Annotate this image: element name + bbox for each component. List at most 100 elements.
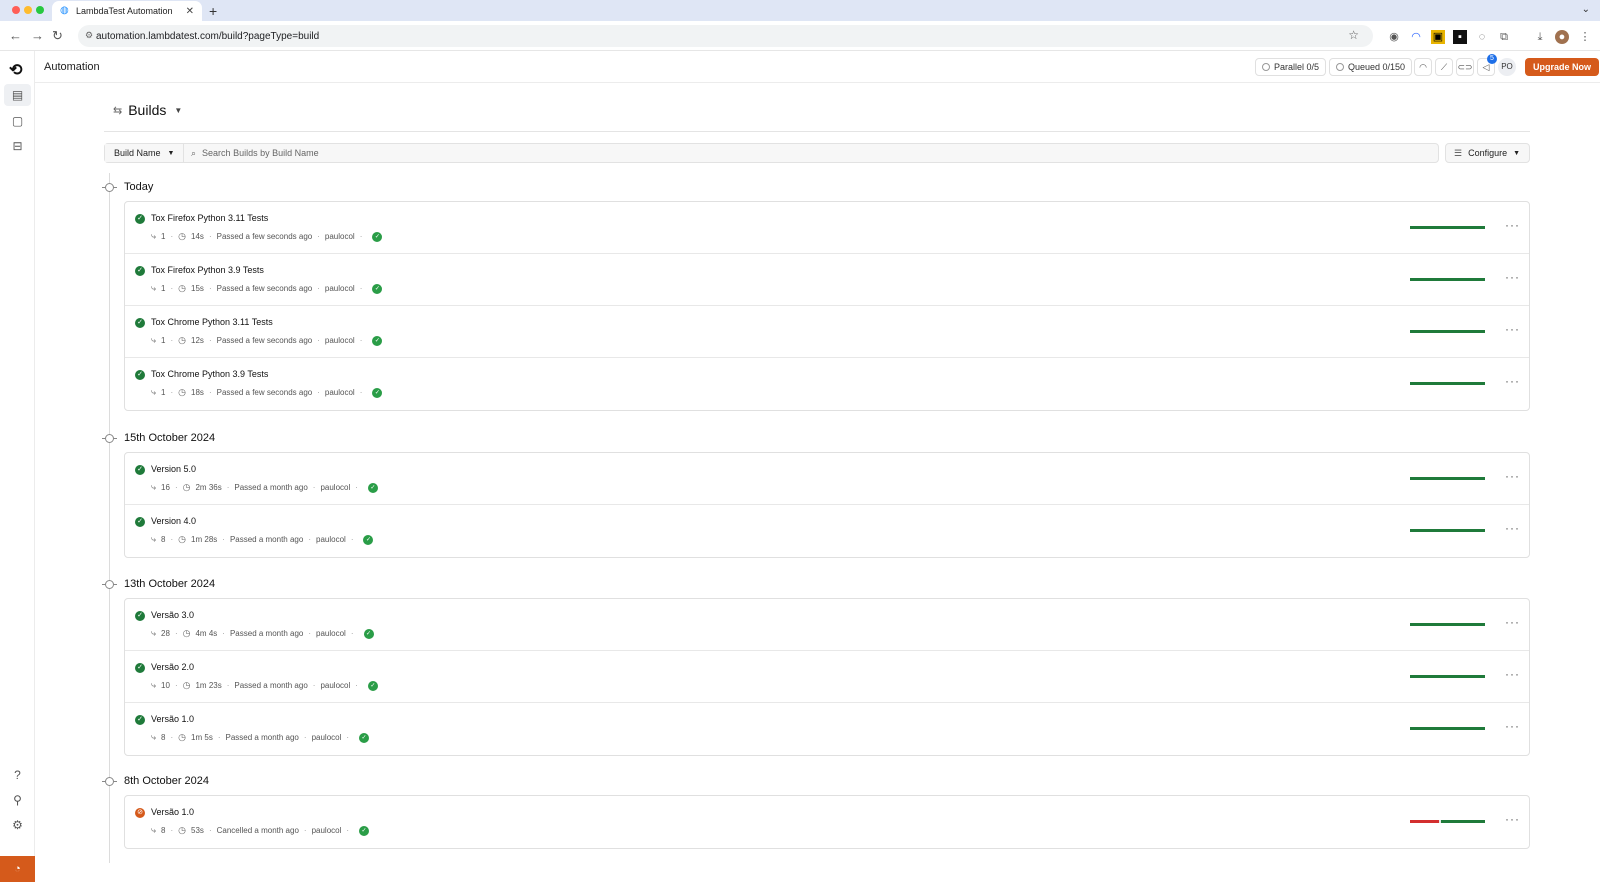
- build-row[interactable]: ✓ Version 5.0 ⤷ 16 · ◷ 2m 36s · Passed a month a…: [125, 453, 1529, 505]
- timeline-line: [109, 173, 110, 863]
- chevron-down-icon: ▼: [1513, 149, 1521, 157]
- separator: ·: [174, 483, 178, 492]
- app-header: Automation Parallel 0/5 Queued 0/150 ◠ ⟋…: [35, 51, 1600, 83]
- build-duration: 1m 28s: [191, 535, 218, 544]
- minimize-window-button[interactable]: [24, 6, 32, 14]
- build-name[interactable]: Versão 1.0: [151, 714, 194, 724]
- passed-check-icon: ✓: [135, 214, 145, 224]
- test-count-icon: ⤷: [151, 231, 157, 241]
- extension-icon[interactable]: ◠: [1409, 30, 1423, 44]
- test-result-bar: [1410, 820, 1485, 823]
- build-row[interactable]: ✓ Version 4.0 ⤷ 8 · ◷ 1m 28s · Passed a month ag…: [125, 505, 1529, 557]
- extension-icon[interactable]: ◌: [1475, 30, 1489, 44]
- download-icon[interactable]: ⤓: [1533, 30, 1547, 44]
- more-options-icon[interactable]: ···: [1505, 615, 1520, 629]
- build-row[interactable]: ✓ Tox Firefox Python 3.9 Tests ⤷ 1 · ◷ 15s · Pas…: [125, 254, 1529, 306]
- build-name[interactable]: Version 5.0: [151, 464, 196, 474]
- more-options-icon[interactable]: ···: [1505, 667, 1520, 681]
- chevron-down-icon: ▼: [174, 105, 183, 115]
- upgrade-now-button[interactable]: Upgrade Now: [1525, 58, 1600, 76]
- build-name[interactable]: Version 4.0: [151, 516, 196, 526]
- build-name[interactable]: Tox Firefox Python 3.11 Tests: [151, 213, 268, 223]
- screenshot-extension-icon[interactable]: ◉: [1387, 30, 1401, 44]
- test-result-bar: [1410, 623, 1485, 626]
- maximize-window-button[interactable]: [36, 6, 44, 14]
- timeline-node-icon: [102, 434, 117, 443]
- help-icon[interactable]: ?: [10, 768, 25, 783]
- build-row[interactable]: ✓ Tox Firefox Python 3.11 Tests ⤷ 1 · ◷ 14s · Pa…: [125, 202, 1529, 254]
- forward-icon[interactable]: →: [31, 28, 44, 43]
- build-duration: 1m 5s: [191, 733, 213, 742]
- parallel-status-icon: [1262, 63, 1270, 71]
- build-name[interactable]: Versão 2.0: [151, 662, 194, 672]
- site-info-icon[interactable]: ⚙: [85, 30, 93, 41]
- build-row[interactable]: ✓ Tox Chrome Python 3.9 Tests ⤷ 1 · ◷ 18s · Pass…: [125, 358, 1529, 410]
- build-row[interactable]: ✓ Versão 1.0 ⤷ 8 · ◷ 1m 5s · Passed a month ago ·…: [125, 703, 1529, 755]
- test-result-bar: [1410, 727, 1485, 730]
- browser-menu-icon[interactable]: ⋮: [1578, 30, 1592, 44]
- speedometer-icon[interactable]: ◠: [1414, 58, 1432, 76]
- test-result-bar: [1410, 477, 1485, 480]
- passed-segment: [1410, 727, 1485, 730]
- build-name[interactable]: Versão 1.0: [151, 807, 194, 817]
- user-avatar[interactable]: PO: [1498, 58, 1516, 76]
- key-icon[interactable]: ⚲: [10, 793, 25, 808]
- builds-nav-icon[interactable]: ▤: [10, 88, 25, 103]
- support-button[interactable]: ◔: [0, 856, 35, 882]
- announcements-icon[interactable]: ◁ 5: [1477, 54, 1497, 76]
- build-row[interactable]: ✓ Versão 2.0 ⤷ 10 · ◷ 1m 23s · Passed a month ag…: [125, 651, 1529, 703]
- separator: ·: [303, 826, 307, 835]
- extensions-puzzle-icon[interactable]: ⧉: [1497, 30, 1511, 44]
- build-name[interactable]: Tox Chrome Python 3.9 Tests: [151, 369, 268, 379]
- more-options-icon[interactable]: ···: [1505, 218, 1520, 232]
- queued-indicator[interactable]: Queued 0/150: [1329, 58, 1413, 76]
- tab-close-icon[interactable]: ✕: [186, 6, 194, 17]
- more-options-icon[interactable]: ···: [1505, 322, 1520, 336]
- profile-avatar[interactable]: ●: [1555, 30, 1569, 44]
- filter-field-select[interactable]: Build Name ▼: [105, 144, 184, 162]
- search-input[interactable]: ⌕ Search Builds by Build Name: [191, 144, 319, 162]
- tests-nav-icon[interactable]: ▢: [10, 114, 25, 129]
- passed-segment: [1410, 675, 1485, 678]
- more-options-icon[interactable]: ···: [1505, 812, 1520, 826]
- more-options-icon[interactable]: ···: [1505, 521, 1520, 535]
- build-status-time: Passed a month ago: [225, 733, 299, 742]
- browser-tab[interactable]: ◍ LambdaTest Automation ✕: [52, 1, 202, 21]
- back-icon[interactable]: ←: [9, 28, 22, 43]
- test-result-bar: [1410, 382, 1485, 385]
- configure-button[interactable]: ☰ Configure ▼: [1445, 143, 1530, 163]
- tunnel-icon[interactable]: ⊂⊃: [1456, 58, 1474, 76]
- new-tab-icon[interactable]: +: [209, 3, 217, 19]
- extension-icon[interactable]: ▣: [1431, 30, 1445, 44]
- more-options-icon[interactable]: ···: [1505, 469, 1520, 483]
- build-name[interactable]: Versão 3.0: [151, 610, 194, 620]
- parallel-indicator[interactable]: Parallel 0/5: [1255, 58, 1327, 76]
- build-row[interactable]: ✓ Versão 3.0 ⤷ 28 · ◷ 4m 4s · Passed a month ago…: [125, 599, 1529, 651]
- lambdatest-logo-icon[interactable]: ⟲: [9, 60, 22, 80]
- test-count: 28: [161, 629, 170, 638]
- separator: ·: [174, 629, 178, 638]
- settings-icon[interactable]: ⚙: [10, 818, 25, 833]
- tab-search-icon[interactable]: ⌄: [1582, 4, 1590, 15]
- passed-check-icon: ✓: [135, 465, 145, 475]
- build-row[interactable]: ⊘ Versão 1.0 ⤷ 8 · ◷ 53s · Cancelled a month ago…: [125, 796, 1529, 848]
- passed-segment: [1410, 477, 1485, 480]
- more-options-icon[interactable]: ···: [1505, 374, 1520, 388]
- bookmark-star-icon[interactable]: ☆: [1348, 28, 1359, 42]
- parallel-label: Parallel 0/5: [1274, 62, 1320, 72]
- builds-view-selector[interactable]: ⇆ Builds ▼: [113, 102, 182, 118]
- extension-icon[interactable]: ▪: [1453, 30, 1467, 44]
- build-row[interactable]: ✓ Tox Chrome Python 3.11 Tests ⤷ 1 · ◷ 12s · Pas…: [125, 306, 1529, 358]
- lambdatest-favicon-icon: ◍: [60, 5, 69, 16]
- analytics-icon[interactable]: ⟋: [1435, 58, 1453, 76]
- clock-icon: ◷: [182, 680, 191, 690]
- address-bar[interactable]: ⚙ automation.lambdatest.com/build?pageTy…: [78, 25, 1373, 47]
- reload-icon[interactable]: ↻: [52, 28, 63, 44]
- more-options-icon[interactable]: ···: [1505, 270, 1520, 284]
- close-window-button[interactable]: [12, 6, 20, 14]
- more-options-icon[interactable]: ···: [1505, 719, 1520, 733]
- build-name[interactable]: Tox Firefox Python 3.9 Tests: [151, 265, 264, 275]
- build-name[interactable]: Tox Chrome Python 3.11 Tests: [151, 317, 273, 327]
- build-meta: ⤷ 1 · ◷ 12s · Passed a few seconds ago · pauloco…: [151, 335, 383, 346]
- archive-nav-icon[interactable]: ⊟: [10, 139, 25, 154]
